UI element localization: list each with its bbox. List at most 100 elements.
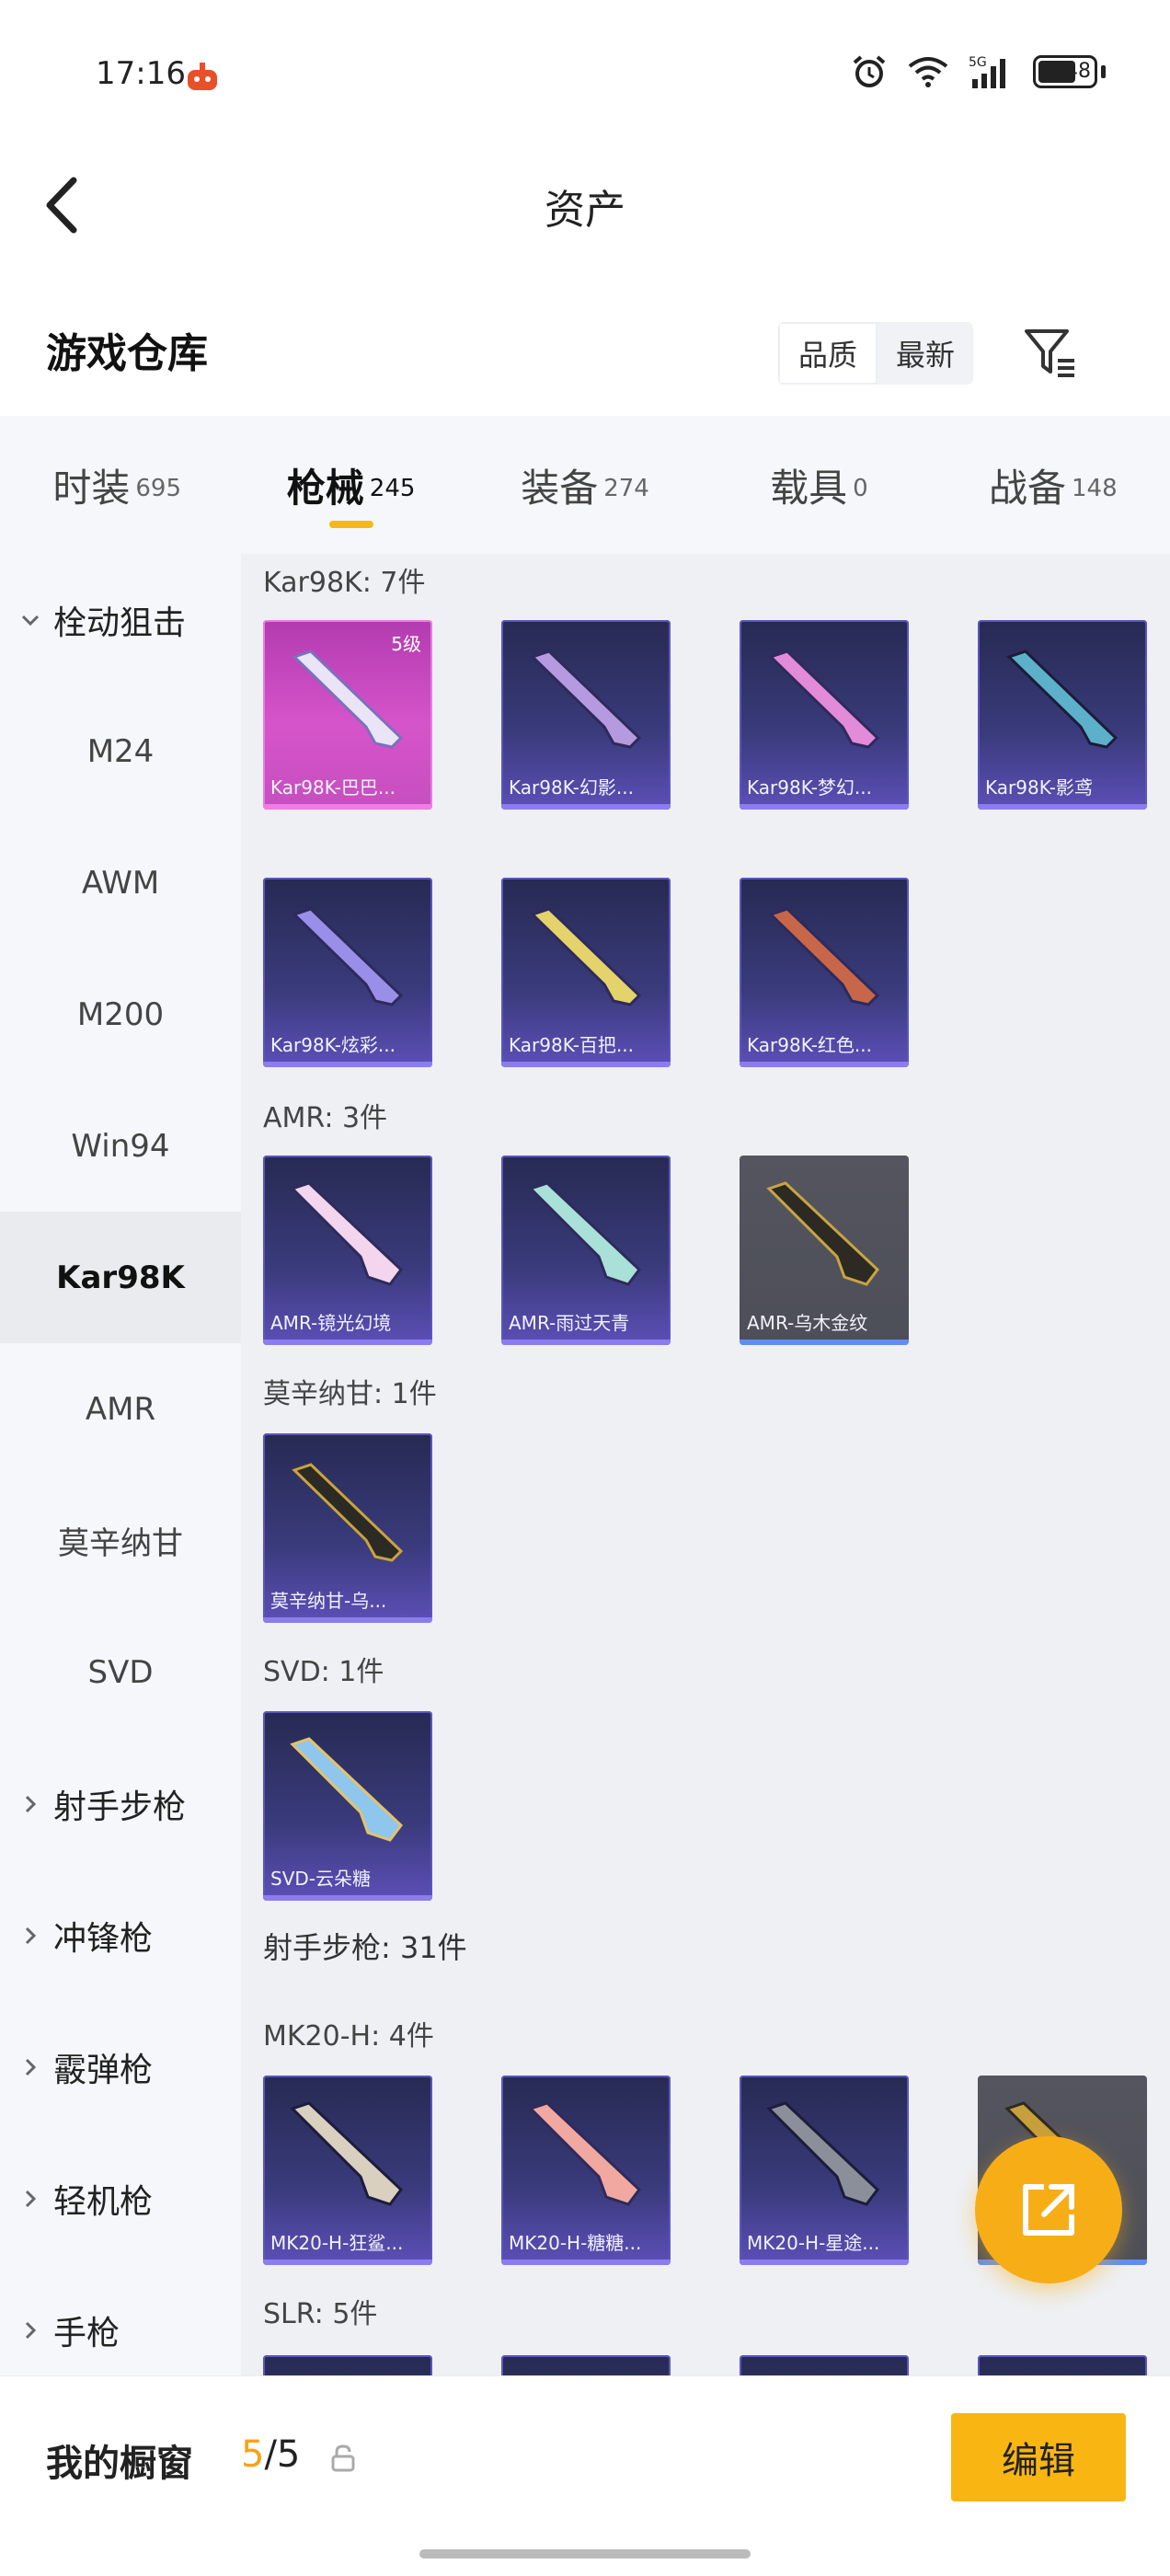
item-card[interactable]: Kar98K-梦幻... [740, 620, 909, 810]
item-name: AMR-雨过天青 [509, 1311, 630, 1334]
tab-count: 0 [853, 475, 868, 502]
tab-firearms[interactable]: 枪械 245 [234, 416, 467, 554]
sidebar-item-win94[interactable]: Win94 [0, 1080, 241, 1212]
rifle-icon [290, 1181, 404, 1286]
rifle-icon [766, 1181, 880, 1286]
sidebar-group-smg[interactable]: 冲锋枪 [0, 1869, 241, 2001]
rifle-icon [528, 1181, 642, 1286]
item-card[interactable] [501, 2355, 671, 2375]
item-card[interactable]: MK20-H-狂鲨... [263, 2076, 432, 2265]
sidebar-group-lmg[interactable]: 轻机枪 [0, 2133, 241, 2264]
share-fab-button[interactable] [975, 2136, 1122, 2283]
app-notification-icon [188, 63, 217, 90]
tab-label: 战备 [989, 465, 1067, 511]
item-card[interactable]: AMR-雨过天青 [501, 1156, 671, 1345]
item-name: Kar98K-梦幻... [747, 776, 872, 799]
item-name: Kar98K-影鸢 [985, 776, 1093, 799]
sort-toggle: 品质 最新 [778, 322, 973, 385]
active-tab-indicator [328, 521, 373, 528]
item-name: SVD-云朵糖 [270, 1867, 371, 1890]
wifi-icon [908, 57, 948, 87]
sidebar-item-awm[interactable]: AWM [0, 817, 241, 949]
item-card[interactable]: Kar98K-幻影... [501, 620, 671, 810]
sidebar-group-shotgun[interactable]: 霰弹枪 [0, 2001, 241, 2133]
sidebar-group-label: 霰弹枪 [53, 2051, 154, 2089]
item-level: 5级 [391, 633, 421, 655]
item-card[interactable]: AMR-乌木金纹 [740, 1156, 909, 1345]
item-card[interactable]: SVD-云朵糖 [263, 1711, 432, 1901]
group-label-marksman: 射手步枪: 31件 [263, 1930, 467, 1965]
item-card[interactable]: AMR-镜光幻境 [263, 1156, 432, 1345]
cellular-signal-icon: 5G [969, 55, 1005, 88]
network-label: 5G [969, 55, 987, 70]
rifle-icon [1006, 650, 1118, 749]
tab-label: 装备 [521, 465, 599, 511]
rifle-icon [292, 1463, 404, 1562]
chevron-down-icon [21, 615, 40, 626]
tab-supplies[interactable]: 战备 148 [936, 416, 1170, 554]
chevron-right-icon [25, 2058, 37, 2076]
item-card[interactable]: Kar98K-红色... [740, 878, 909, 1067]
sidebar-item-kar98k[interactable]: Kar98K [0, 1212, 241, 1343]
rifle-icon [290, 2101, 404, 2206]
item-card[interactable] [978, 2355, 1147, 2375]
showcase-total: /5 [264, 2433, 301, 2476]
item-card[interactable]: Kar98K-炫彩... [263, 878, 432, 1067]
rifle-icon [292, 650, 404, 749]
sidebar-group-bolt-action[interactable]: 栓动狙击 [0, 554, 241, 685]
sidebar-group-label: 冲锋枪 [53, 1919, 154, 1958]
item-name: MK20-H-星途... [747, 2231, 880, 2254]
category-tabs: 时装 695 枪械 245 装备 274 载具 0 战备 148 [0, 416, 1170, 554]
item-name: Kar98K-炫彩... [270, 1033, 396, 1056]
edit-button[interactable]: 编辑 [951, 2413, 1126, 2501]
section-title: 游戏仓库 [46, 330, 208, 377]
rifle-icon [768, 907, 880, 1006]
item-card[interactable]: MK20-H-星途... [740, 2076, 909, 2265]
sort-by-quality-button[interactable]: 品质 [778, 322, 878, 385]
lock-icon [331, 2444, 355, 2472]
sidebar-item-m24[interactable]: M24 [0, 685, 241, 817]
sidebar-group-label: 射手步枪 [53, 1788, 187, 1826]
filter-icon[interactable] [1021, 324, 1080, 383]
tab-fashion[interactable]: 时装 695 [0, 416, 234, 554]
sidebar-item-svd[interactable]: SVD [0, 1606, 241, 1738]
tab-label: 载具 [770, 465, 848, 511]
tab-equipment[interactable]: 装备 274 [468, 416, 702, 554]
item-card[interactable]: Kar98K-百把... [501, 878, 671, 1067]
item-card[interactable]: Kar98K-影鸢 [978, 620, 1147, 810]
showcase-current: 5 [241, 2433, 265, 2476]
group-label-kar98k: Kar98K: 7件 [263, 567, 426, 599]
item-card[interactable]: 5级 Kar98K-巴巴... [263, 620, 432, 810]
weapon-category-sidebar: 栓动狙击 M24 AWM M200 Win94 Kar98K AMR 莫辛纳甘 … [0, 554, 241, 2375]
sidebar-item-mosin[interactable]: 莫辛纳甘 [0, 1475, 241, 1606]
status-bar: 17:16 5G 48 [0, 0, 1170, 156]
group-label-mosin: 莫辛纳甘: 1件 [263, 1378, 437, 1410]
status-time: 17:16 [96, 55, 186, 92]
bottom-showcase-bar: 我的橱窗 5/5 编辑 [0, 2375, 1170, 2576]
share-icon [1023, 2184, 1074, 2236]
tab-vehicles[interactable]: 载具 0 [702, 416, 935, 554]
sidebar-group-marksman[interactable]: 射手步枪 [0, 1738, 241, 1869]
alarm-icon [853, 55, 886, 87]
item-name: MK20-H-狂鲨... [270, 2231, 404, 2254]
item-name: 莫辛纳甘-乌... [270, 1589, 387, 1612]
item-card[interactable]: MK20-H-糖糖... [501, 2076, 671, 2265]
item-card[interactable]: 莫辛纳甘-乌... [263, 1433, 432, 1623]
item-name: Kar98K-百把... [509, 1033, 634, 1056]
page-title: 资产 [545, 187, 625, 234]
tab-label: 枪械 [286, 465, 364, 511]
item-card[interactable] [263, 2355, 432, 2375]
tab-label: 时装 [52, 465, 131, 511]
item-name: AMR-镜光幻境 [270, 1311, 392, 1334]
tab-count: 274 [603, 475, 649, 502]
battery-icon: 48 [1033, 55, 1097, 88]
rifle-icon [292, 907, 404, 1006]
group-label-amr: AMR: 3件 [263, 1102, 388, 1134]
sidebar-item-amr[interactable]: AMR [0, 1343, 241, 1475]
item-card[interactable] [740, 2355, 909, 2375]
group-label-slr: SLR: 5件 [263, 2298, 378, 2330]
sort-by-newest-button[interactable]: 最新 [878, 322, 973, 385]
sidebar-item-m200[interactable]: M200 [0, 949, 241, 1080]
warehouse-section-bar: 游戏仓库 品质 最新 [0, 304, 1170, 405]
item-name: AMR-乌木金纹 [747, 1311, 868, 1334]
